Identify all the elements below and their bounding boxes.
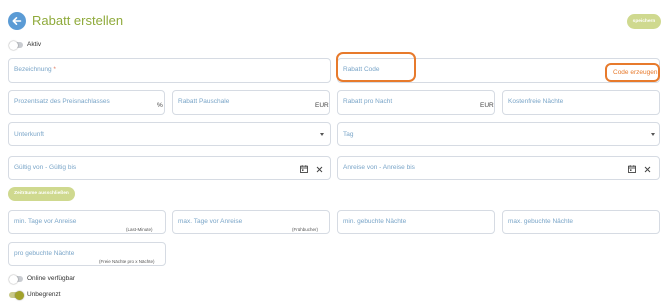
max-naechte-field[interactable]: max. gebuchte Nächte [502,210,660,234]
prozentsatz-field[interactable]: Prozentsatz des Preisnachlasses % [8,90,165,115]
tag-label: Tag [343,131,354,138]
gueltig-label: Gültig von - Gültig bis [14,164,77,171]
chevron-down-icon [320,133,324,136]
min-naechte-field[interactable]: min. gebuchte Nächte [337,210,495,234]
exclude-periods-button[interactable]: Zeiträume ausschließen [8,187,75,201]
eur-suffix: EUR [480,102,494,109]
eur-suffix: EUR [315,102,329,109]
toggle-knob [9,274,18,284]
pro-gebuchte-label: pro gebuchte Nächte [14,250,75,257]
page-title: Rabatt erstellen [32,13,124,28]
min-naechte-label: min. gebuchte Nächte [343,218,407,225]
pro-nacht-label: Rabatt pro Nacht [343,98,393,105]
max-naechte-label: max. gebuchte Nächte [508,218,574,225]
highlight-rabatt-code [336,52,416,82]
online-label: Online verfügbar [27,275,76,282]
max-tage-hint: (Frühbucher) [292,227,319,232]
pro-gebuchte-field[interactable]: pro gebuchte Nächte (Freie Nächte pro x … [8,242,166,266]
highlight-code-erzeugen [605,63,660,82]
kostenfreie-field[interactable]: Kostenfreie Nächte [502,90,660,115]
min-tage-hint: (Last-Minute) [126,227,153,232]
anreise-range-field[interactable]: Anreise von - Anreise bis [337,156,660,180]
unterkunft-select[interactable]: Unterkunft [8,122,331,146]
back-arrow-icon [12,17,22,25]
max-tage-label: max. Tage vor Anreise [178,218,243,225]
bezeichnung-label: Bezeichnung * [14,66,56,73]
calendar-icon[interactable] [300,165,308,173]
tag-select[interactable]: Tag [337,122,660,146]
online-toggle[interactable] [9,274,23,284]
anreise-label: Anreise von - Anreise bis [343,164,415,171]
unterkunft-label: Unterkunft [14,131,44,138]
close-icon[interactable] [644,166,651,173]
bezeichnung-field[interactable]: Bezeichnung * [8,58,331,83]
active-toggle[interactable] [9,40,23,50]
close-icon[interactable] [316,166,323,173]
unlimited-label: Unbegrenzt [27,291,61,298]
pauschale-field[interactable]: Rabatt Pauschale EUR [172,90,330,115]
save-button[interactable]: speichern [627,14,661,29]
gueltig-range-field[interactable]: Gültig von - Gültig bis [8,156,331,180]
max-tage-field[interactable]: max. Tage vor Anreise (Frühbucher) [172,210,330,234]
unlimited-toggle[interactable] [9,290,24,300]
chevron-down-icon [651,133,655,136]
percent-suffix: % [157,102,163,109]
pro-gebuchte-hint: (Freie Nächte pro x Nächte) [99,259,155,264]
required-mark: * [53,66,56,73]
pro-nacht-field[interactable]: Rabatt pro Nacht EUR [337,90,495,115]
min-tage-field[interactable]: min. Tage vor Anreise (Last-Minute) [8,210,166,234]
back-button[interactable] [8,12,26,30]
calendar-icon[interactable] [628,165,636,173]
active-label: Aktiv [27,41,42,48]
bezeichnung-text: Bezeichnung [14,66,52,73]
kostenfreie-label: Kostenfreie Nächte [508,98,564,105]
pauschale-label: Rabatt Pauschale [178,98,230,105]
toggle-knob [15,290,24,300]
toggle-knob [9,40,18,50]
prozentsatz-label: Prozentsatz des Preisnachlasses [14,98,110,105]
min-tage-label: min. Tage vor Anreise [14,218,77,225]
